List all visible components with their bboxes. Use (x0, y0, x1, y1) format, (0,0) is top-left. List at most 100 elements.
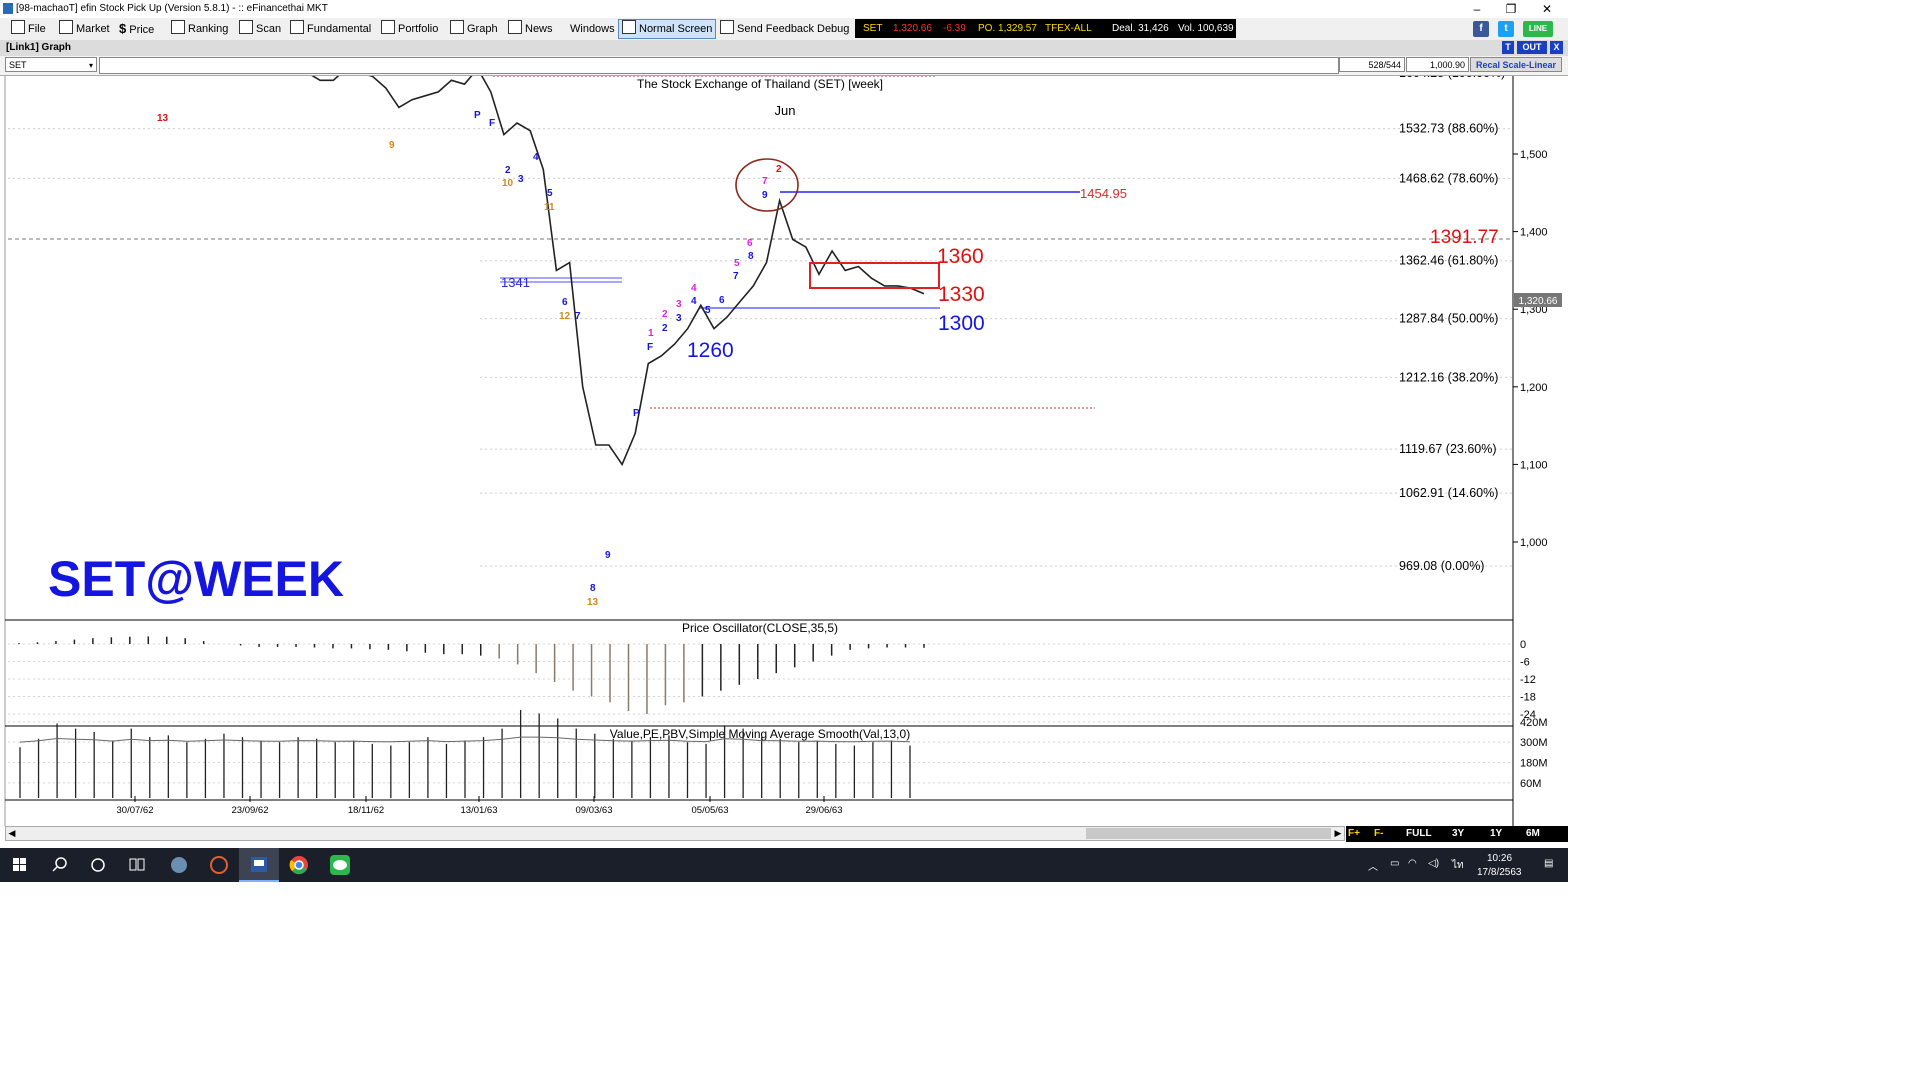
fib-level-label: 1468.62 (78.60%) (1399, 171, 1498, 185)
minimize-button[interactable]: – (1460, 0, 1494, 18)
svg-text:P: P (474, 110, 481, 121)
chart-area: 1604.28 (100.00%) 1532.73 (88.60%) 1468.62… (4, 76, 1562, 826)
scroll-right-icon[interactable]: ▶ (1332, 827, 1344, 840)
svg-text:6: 6 (747, 238, 753, 249)
scale-value: 1,000.90 (1406, 57, 1469, 72)
symbol-dropdown[interactable]: SET ▾ (5, 57, 97, 72)
feedback-icon (720, 20, 734, 34)
close-button[interactable]: ✕ (1530, 0, 1564, 18)
wifi-icon[interactable]: ◠ (1408, 858, 1417, 869)
app-icon-2[interactable] (199, 848, 239, 882)
menu-fundamental[interactable]: Fundamental (287, 20, 374, 38)
tf-1y-button[interactable]: 1Y (1490, 828, 1502, 839)
t-button[interactable]: T (1502, 41, 1514, 54)
ticker-set-value: 1,320.66 (893, 23, 932, 34)
menu-market[interactable]: Market (56, 20, 113, 38)
windows-start-icon[interactable] (0, 848, 40, 882)
svg-text:7: 7 (575, 311, 581, 322)
fib-level-label: 1604.28 (100.00%) (1399, 76, 1505, 80)
svg-text:7: 7 (733, 271, 739, 282)
scroll-left-icon[interactable]: ◀ (6, 827, 18, 840)
command-input[interactable] (99, 57, 1339, 74)
menu-send-feedback[interactable]: Send Feedback (717, 20, 817, 38)
cortana-icon[interactable] (78, 848, 118, 882)
task-view-icon[interactable] (117, 848, 157, 882)
symbol-value: SET (9, 60, 27, 70)
y-tick-label: 1,400 (1520, 227, 1548, 239)
svg-text:2: 2 (662, 323, 668, 334)
tf-6m-button[interactable]: 6M (1526, 828, 1540, 839)
title-bar: [98-machaoT] efin Stock Pick Up (Version… (0, 0, 1568, 19)
menu-news[interactable]: News (505, 20, 556, 38)
svg-text:5: 5 (547, 188, 553, 199)
menu-bar: File Market $ Price Ranking Scan Fundamen… (0, 18, 1568, 41)
menu-price[interactable]: $ Price (116, 20, 157, 38)
svg-text:9: 9 (762, 190, 768, 201)
svg-text:2: 2 (662, 309, 668, 320)
clock-date: 17/8/2563 (1477, 867, 1522, 878)
network-icon[interactable]: ▭ (1390, 858, 1399, 869)
tf-3y-button[interactable]: 3Y (1452, 828, 1464, 839)
portfolio-icon (381, 20, 395, 34)
graph-close-button[interactable]: X (1550, 41, 1563, 54)
app-icon (3, 3, 13, 14)
menu-graph[interactable]: Graph (447, 20, 501, 38)
ticker-vol: Vol. 100,639 (1178, 23, 1234, 34)
taskbar: ︿ ▭ ◠ ◁) ไท 10:26 17/8/2563 ▤ (0, 848, 1568, 882)
osc-tick-label: -18 (1520, 692, 1536, 704)
menu-file[interactable]: File (8, 20, 49, 38)
line-icon[interactable]: LINE (1523, 21, 1553, 37)
fib-level-label: 1119.67 (23.60%) (1399, 442, 1497, 456)
window-title: [98-machaoT] efin Stock Pick Up (Version… (16, 3, 328, 14)
out-button[interactable]: OUT (1517, 41, 1547, 54)
fib-level-label: 1532.73 (88.60%) (1399, 122, 1498, 136)
menu-normal-screen[interactable]: Normal Screen (618, 19, 717, 39)
search-icon[interactable] (40, 848, 80, 882)
horizontal-scrollbar[interactable]: ◀ ▶ (5, 826, 1345, 841)
svg-text:6: 6 (719, 295, 725, 306)
efin-app-icon[interactable] (239, 848, 279, 882)
x-tick-label: 05/05/63 (692, 805, 729, 816)
market-ticker: SET 1,320.66 -6.39 PO. 1,329.57 TFEX-ALL… (855, 19, 1236, 38)
zoom-in-icon[interactable]: F+ (1348, 828, 1360, 839)
menu-debug[interactable]: Debug (814, 20, 852, 38)
zoom-out-icon[interactable]: F- (1374, 828, 1383, 839)
language-icon[interactable]: ไท (1452, 858, 1464, 873)
app-icon-1[interactable] (159, 848, 199, 882)
symbol-toolbar: SET ▾ 528/544 1,000.90 Recal Scale-Linear (0, 56, 1568, 76)
svg-text:13: 13 (587, 597, 599, 608)
tray-chevron-icon[interactable]: ︿ (1368, 858, 1378, 873)
market-icon (59, 20, 73, 34)
y-tick-label: 1,000 (1520, 537, 1548, 549)
menu-ranking[interactable]: Ranking (168, 20, 231, 38)
osc-tick-label: -6 (1520, 657, 1530, 669)
value-tick-label: 60M (1520, 778, 1541, 790)
scroll-thumb[interactable] (1086, 828, 1331, 839)
x-tick-label: 09/03/63 (576, 805, 613, 816)
menu-scan[interactable]: Scan (236, 20, 284, 38)
graph-window-header: [Link1] Graph T OUT X (0, 40, 1568, 57)
fib-level-label: 969.08 (0.00%) (1399, 559, 1484, 573)
svg-text:2: 2 (505, 165, 511, 176)
recal-scale-button[interactable]: Recal Scale-Linear (1470, 57, 1562, 72)
line-app-icon[interactable] (320, 848, 360, 882)
menu-windows[interactable]: Windows (567, 20, 618, 38)
svg-text:5: 5 (705, 305, 711, 316)
chart-title: The Stock Exchange of Thailand (SET) [we… (637, 77, 883, 91)
ticker-tfex: TFEX-ALL (1045, 23, 1092, 34)
svg-text:9: 9 (389, 140, 395, 151)
chrome-icon[interactable] (279, 848, 319, 882)
maximize-button[interactable]: ❐ (1494, 0, 1528, 18)
svg-text:5: 5 (734, 258, 740, 269)
y-tick-label: 1,100 (1520, 459, 1548, 471)
ticker-set-change: -6.39 (943, 23, 966, 34)
volume-icon[interactable]: ◁) (1428, 858, 1439, 869)
twitter-icon[interactable]: t (1498, 21, 1514, 37)
menu-portfolio[interactable]: Portfolio (378, 20, 441, 38)
screen-icon (622, 20, 636, 34)
facebook-icon[interactable]: f (1473, 21, 1489, 37)
x-tick-label: 13/01/63 (461, 805, 498, 816)
tf-full-button[interactable]: FULL (1406, 828, 1432, 839)
value-tick-label: 420M (1520, 717, 1548, 729)
notification-icon[interactable]: ▤ (1544, 858, 1553, 869)
